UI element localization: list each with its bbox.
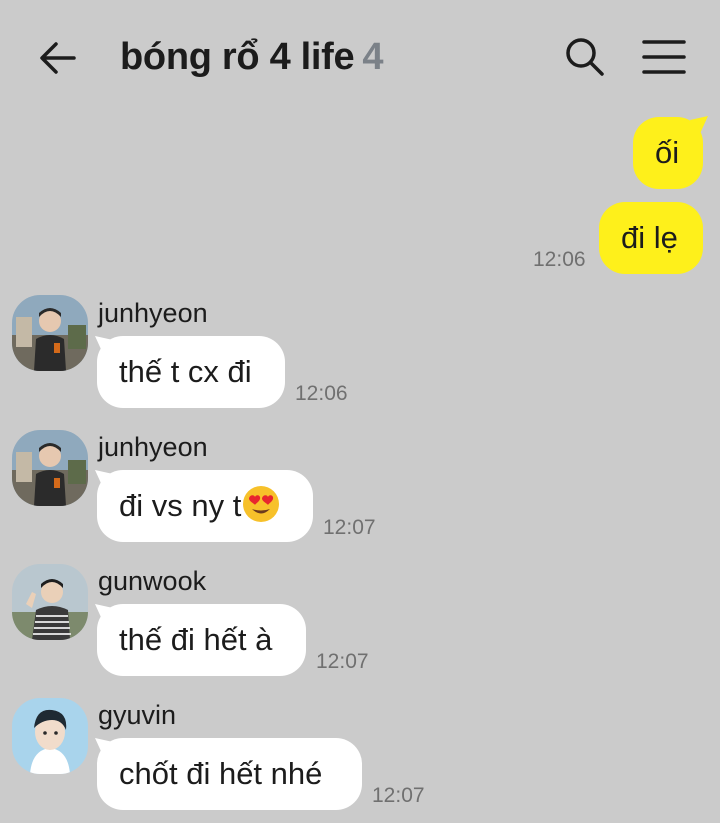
- sender-name: gunwook: [98, 566, 207, 596]
- message-text: thế đi hết à: [119, 622, 273, 657]
- incoming-message[interactable]: thế đi hết à: [97, 604, 306, 676]
- bubble-tail: [690, 116, 708, 138]
- message-text: chốt đi hết nhé: [119, 756, 323, 791]
- avatar-junhyeon[interactable]: [12, 430, 88, 506]
- message-time: 12:06: [295, 382, 348, 405]
- chat-title: bóng rổ 4 life 4: [120, 36, 384, 79]
- avatar-gunwook[interactable]: [12, 564, 88, 640]
- message-text: đi lẹ: [621, 220, 678, 255]
- outgoing-message[interactable]: đi lẹ: [599, 202, 703, 274]
- avatar-gyuvin[interactable]: [12, 698, 88, 774]
- sender-name: junhyeon: [98, 298, 208, 328]
- incoming-message[interactable]: thế t cx đi: [97, 336, 285, 408]
- search-icon[interactable]: [564, 36, 606, 78]
- message-time: 12:06: [533, 248, 586, 271]
- message-text: ối: [655, 135, 680, 170]
- avatar-junhyeon[interactable]: [12, 295, 88, 371]
- message-text: thế t cx đi: [119, 354, 252, 389]
- incoming-message[interactable]: chốt đi hết nhé: [97, 738, 362, 810]
- sender-name: junhyeon: [98, 432, 208, 462]
- message-time: 12:07: [323, 516, 376, 539]
- incoming-message[interactable]: đi vs ny t: [97, 470, 313, 542]
- sender-name: gyuvin: [98, 700, 177, 730]
- member-count: 4: [362, 36, 384, 78]
- chat-header: bóng rổ 4 life 4: [0, 0, 720, 115]
- back-arrow-icon[interactable]: [36, 36, 80, 80]
- message-time: 12:07: [316, 650, 369, 673]
- message-time: 12:07: [372, 784, 425, 807]
- heart-eyes-emoji-icon: [243, 485, 280, 522]
- menu-icon[interactable]: [640, 36, 688, 78]
- message-text: đi vs ny t: [119, 488, 242, 523]
- chat-name: bóng rổ 4 life: [120, 36, 355, 78]
